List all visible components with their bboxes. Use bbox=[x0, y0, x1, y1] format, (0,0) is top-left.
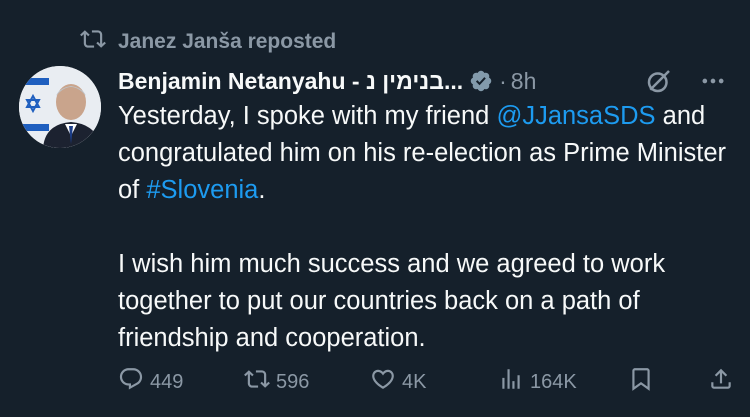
repost-context[interactable]: Janez Janša reposted bbox=[80, 26, 336, 58]
grok-icon[interactable] bbox=[642, 64, 676, 98]
repost-count: 596 bbox=[276, 370, 310, 393]
tweet-header: Benjamin Netanyahu - בנימין נ... · 8h bbox=[118, 64, 730, 98]
repost-button[interactable]: 596 bbox=[244, 366, 370, 398]
reply-icon bbox=[118, 366, 144, 398]
tweet-paragraph-1: Yesterday, I spoke with my friend @JJans… bbox=[118, 98, 728, 209]
tweet-paragraph-2: I wish him much success and we agreed to… bbox=[118, 250, 666, 352]
bookmark-icon bbox=[628, 366, 654, 398]
views-icon bbox=[498, 366, 524, 398]
repost-icon bbox=[244, 366, 270, 398]
views-button[interactable]: 164K bbox=[498, 366, 628, 398]
repost-icon bbox=[80, 26, 106, 58]
verified-badge-icon[interactable] bbox=[469, 69, 493, 93]
author-name[interactable]: Benjamin Netanyahu - בנימין נ... bbox=[118, 68, 463, 95]
tweet-text-part: Yesterday, I spoke with my friend bbox=[118, 102, 497, 130]
share-icon bbox=[708, 366, 734, 398]
repost-label: Janez Janša reposted bbox=[118, 30, 337, 53]
tweet-text-part: . bbox=[258, 176, 266, 204]
timestamp[interactable]: 8h bbox=[511, 68, 537, 95]
like-button[interactable]: 4K bbox=[370, 366, 498, 398]
hashtag-link[interactable]: #Slovenia bbox=[146, 176, 258, 204]
like-count: 4K bbox=[402, 370, 427, 393]
views-count: 164K bbox=[530, 370, 577, 393]
meta-separator: · bbox=[499, 67, 507, 94]
reply-button[interactable]: 449 bbox=[118, 366, 244, 398]
share-button[interactable] bbox=[708, 366, 734, 398]
avatar[interactable] bbox=[19, 66, 101, 148]
bookmark-button[interactable] bbox=[628, 366, 708, 398]
mention-link[interactable]: @JJansaSDS bbox=[496, 102, 655, 130]
action-bar: 449 596 4K 164K bbox=[118, 366, 734, 398]
tweet-text: Yesterday, I spoke with my friend @JJans… bbox=[118, 98, 728, 357]
reply-count: 449 bbox=[150, 370, 184, 393]
more-icon[interactable] bbox=[696, 64, 730, 98]
like-icon bbox=[370, 366, 396, 398]
